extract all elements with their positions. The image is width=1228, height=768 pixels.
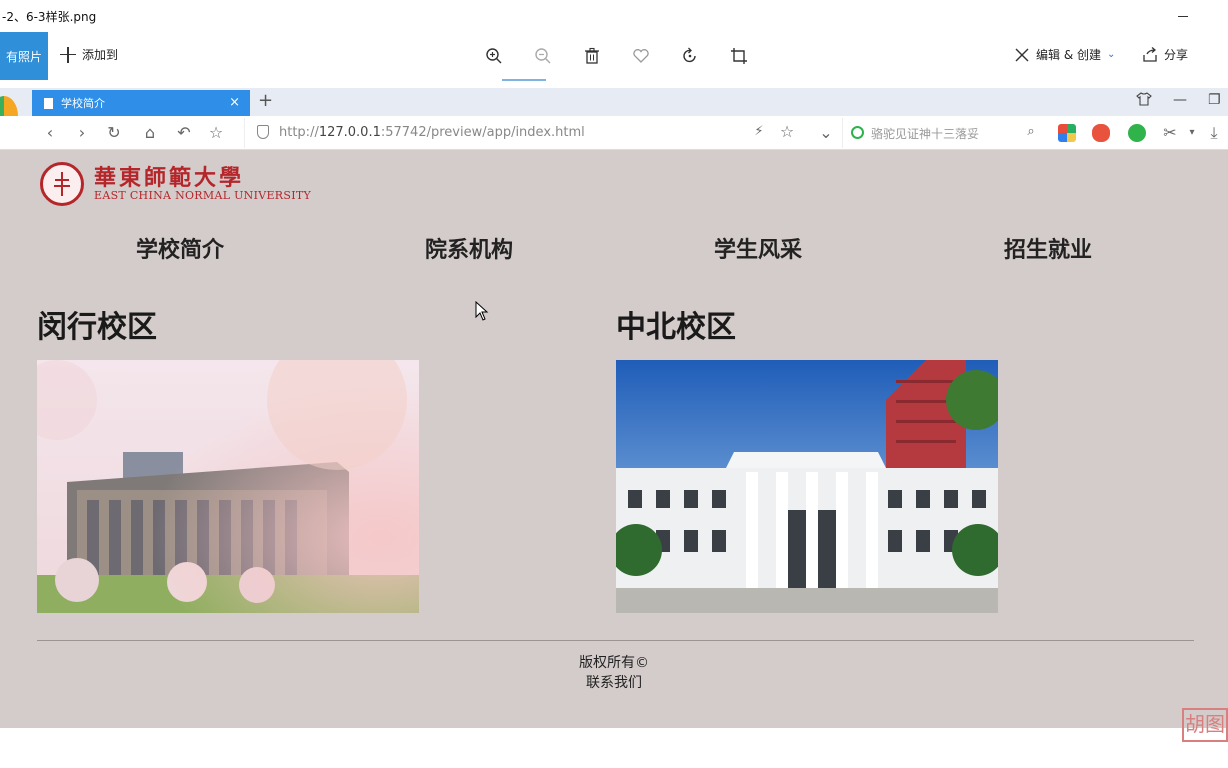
nav-item-departments[interactable]: 院系机构 [425, 232, 513, 264]
campus-title-minhang: 闵行校区 [37, 310, 157, 345]
campus-title-zhongbei: 中北校区 [616, 310, 736, 345]
add-to-button[interactable]: 添加到 [60, 46, 118, 63]
apps-grid-icon[interactable] [1058, 124, 1076, 142]
share-button[interactable]: 分享 [1142, 46, 1188, 63]
url-text: http://127.0.0.1:57742/preview/app/index… [279, 125, 585, 140]
share-label: 分享 [1164, 48, 1189, 62]
dropdown-chevron-icon[interactable]: ⌄ [816, 123, 836, 143]
edit-create-label: 编辑 & 创建 [1036, 48, 1101, 62]
bookmark-star-icon[interactable]: ☆ [206, 123, 226, 143]
nav-item-student-life[interactable]: 学生风采 [714, 232, 802, 264]
evernote-icon[interactable] [1128, 124, 1146, 142]
zoom-out-icon[interactable] [533, 46, 553, 66]
scissors-menu-chevron-icon[interactable]: ▾ [1182, 123, 1202, 143]
nav-item-admissions[interactable]: 招生就业 [1004, 232, 1092, 264]
crop-icon[interactable] [729, 46, 749, 66]
browser-address-bar: ‹ › ↻ ⌂ ↶ ☆ http://127.0.0.1:57742/previ… [0, 116, 1228, 150]
reload-icon[interactable]: ↻ [104, 123, 124, 143]
close-tab-icon[interactable]: × [229, 95, 240, 110]
minimize-window-icon[interactable] [1178, 8, 1190, 22]
search-engine-icon [851, 126, 864, 139]
logo-text: 華東師範大學 EAST CHINA NORMAL UNIVERSITY [94, 166, 311, 202]
watermark-stamp: 胡图 [1182, 708, 1228, 742]
university-logo[interactable]: 華東師範大學 EAST CHINA NORMAL UNIVERSITY [40, 162, 311, 206]
download-icon[interactable]: ⤓ [1204, 123, 1224, 143]
nav-item-school-intro[interactable]: 学校简介 [136, 232, 224, 264]
delete-icon[interactable] [582, 46, 602, 66]
rotate-icon[interactable] [680, 46, 700, 66]
security-shield-icon [257, 125, 269, 139]
edit-pen-icon [1015, 48, 1029, 61]
search-icon[interactable]: ⌕ [1021, 122, 1041, 142]
tab-title: 学校简介 [61, 97, 105, 110]
photos-toolbar: 有照片 添加到 编辑 & 创建 ⌄ 分享 [0, 32, 1228, 81]
new-tab-button[interactable]: + [258, 90, 273, 111]
home-icon[interactable]: ⌂ [140, 123, 160, 143]
search-placeholder: 骆驼见证神十三落妥 [871, 127, 980, 141]
browser-restore-icon[interactable]: ❐ [1208, 92, 1221, 108]
zoom-in-icon[interactable] [484, 46, 504, 66]
forward-icon[interactable]: › [72, 123, 92, 143]
logo-chinese-name: 華東師範大學 [94, 165, 245, 191]
favorite-heart-icon[interactable] [631, 46, 651, 66]
chevron-down-icon: ⌄ [1107, 49, 1116, 60]
favorite-star-icon[interactable]: ☆ [777, 122, 797, 142]
toolbar-focus-indicator [502, 79, 546, 81]
university-seal-icon [40, 162, 84, 206]
share-icon [1143, 46, 1157, 62]
url-field[interactable]: http://127.0.0.1:57742/preview/app/index… [244, 118, 812, 148]
browser-minimize-icon[interactable]: — [1173, 92, 1187, 108]
all-photos-button[interactable]: 有照片 [0, 32, 48, 80]
lightning-icon[interactable]: ⚡ [749, 122, 769, 142]
footer-contact-link[interactable]: 联系我们 [0, 672, 1228, 692]
add-to-label: 添加到 [82, 48, 119, 62]
scissors-icon[interactable]: ✂ [1160, 123, 1180, 143]
page-doc-icon [44, 97, 53, 109]
undo-icon[interactable]: ↶ [174, 123, 194, 143]
skin-shirt-icon[interactable] [1136, 92, 1152, 110]
edit-create-button[interactable]: 编辑 & 创建 ⌄ [1014, 46, 1115, 63]
window-title: -2、6-3样张.png [2, 9, 97, 24]
web-page: 華東師範大學 EAST CHINA NORMAL UNIVERSITY 学校简介… [0, 150, 1228, 728]
back-icon[interactable]: ‹ [40, 123, 60, 143]
search-input[interactable]: 骆驼见证神十三落妥 ⌕ [842, 118, 1042, 148]
zhongbei-campus-photo [616, 360, 998, 613]
plus-icon [60, 46, 76, 63]
photos-title-bar: -2、6-3样张.png [0, 0, 1228, 32]
minhang-campus-photo [37, 360, 419, 613]
footer-divider [37, 640, 1194, 641]
game-controller-icon[interactable] [1092, 124, 1110, 142]
browser-tab-active[interactable]: 学校简介 × [32, 90, 250, 116]
logo-english-name: EAST CHINA NORMAL UNIVERSITY [94, 189, 312, 202]
footer-copyright: 版权所有© [579, 655, 649, 671]
